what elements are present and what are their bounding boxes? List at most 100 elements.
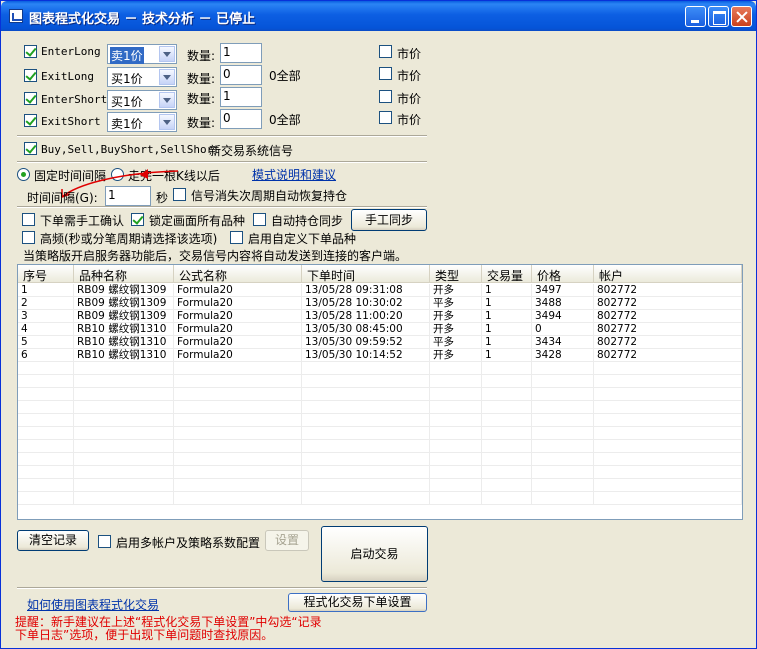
enterlong-market-checkbox[interactable] [379,45,392,58]
mode-help-link[interactable]: 模式说明和建议 [252,166,336,183]
cell-formula [174,388,302,401]
exitshort-price-select[interactable]: 卖1价 [107,112,177,132]
custom-symbol-label: 启用自定义下单品种 [248,232,357,246]
col-header-price[interactable]: 价格 [532,265,594,283]
cell-index: 2 [18,297,74,310]
exitshort-checkbox[interactable] [24,114,37,127]
enterlong-qty-input[interactable]: 1 [220,43,262,63]
cell-index [18,427,74,440]
cell-index: 1 [18,284,74,297]
interval-input[interactable]: 1 [105,186,151,206]
exitshort-market-checkbox[interactable] [379,111,392,124]
cell-price: 3434 [532,336,594,349]
lock-all-checkbox[interactable] [131,213,144,226]
exitlong-checkbox[interactable] [24,69,37,82]
cell-type [430,388,482,401]
exitlong-market-checkbox[interactable] [379,67,392,80]
auto-restore-checkbox[interactable] [173,188,186,201]
cell-type [430,440,482,453]
cell-price [532,401,594,414]
minimize-button[interactable] [685,6,706,27]
cell-volume [482,492,532,505]
new-signal-checkbox[interactable] [24,142,37,155]
multi-account-label: 启用多帐户及策略系数配置 [116,536,261,550]
exitlong-price-value: 买1价 [111,72,143,86]
auto-sync-label: 自动持仓同步 [271,214,344,228]
enterlong-qty-label: 数量: [187,49,216,63]
cell-account: 802772 [594,336,742,349]
cell-index: 3 [18,310,74,323]
enterlong-checkbox[interactable] [24,45,37,58]
cell-account [594,466,742,479]
col-header-account[interactable]: 帐户 [594,265,742,283]
custom-symbol-checkbox[interactable] [230,231,243,244]
col-header-volume[interactable]: 交易量 [482,265,532,283]
col-header-index[interactable]: 序号 [18,265,74,283]
exitshort-qty-input[interactable]: 0 [220,109,262,129]
cell-volume [482,453,532,466]
chevron-down-icon[interactable] [159,69,175,85]
entershort-qty-input[interactable]: 1 [220,87,262,107]
cell-volume [482,427,532,440]
start-trading-button[interactable]: 启动交易 [321,526,428,582]
entershort-price-select[interactable]: 买1价 [107,90,177,110]
cell-formula [174,375,302,388]
close-button[interactable] [731,6,752,27]
chevron-down-icon[interactable] [159,92,175,108]
trade-log-table[interactable]: 序号 品种名称 公式名称 下单时间 类型 交易量 价格 帐户 1 RB09 螺纹钢… [17,264,743,520]
exitlong-qty-input[interactable]: 0 [220,65,262,85]
cell-formula [174,427,302,440]
multi-account-checkbox[interactable] [98,535,111,548]
cell-index [18,401,74,414]
table-row[interactable]: 3 RB09 螺纹钢1309 Formula20 13/05/28 11:00:20 开… [18,310,742,323]
divider [17,135,427,137]
table-row[interactable]: 5 RB10 螺纹钢1310 Formula20 13/05/30 09:59:52 平… [18,336,742,349]
col-header-type[interactable]: 类型 [430,265,482,283]
entershort-market-checkbox[interactable] [379,90,392,103]
table-row[interactable]: 6 RB10 螺纹钢1310 Formula20 13/05/30 10:14:52 开… [18,349,742,362]
title-bar[interactable]: 图表程式化交易 － 技术分析 － 已停止 [1,1,756,31]
howto-link[interactable]: 如何使用图表程式化交易 [27,596,159,613]
order-settings-button[interactable]: 程式化交易下单设置 [288,593,427,612]
cell-account [594,479,742,492]
entershort-checkbox[interactable] [24,92,37,105]
cell-index [18,453,74,466]
cell-type: 开多 [430,284,482,297]
high-freq-checkbox[interactable] [22,231,35,244]
enterlong-price-select[interactable]: 卖1价 [107,44,177,64]
maximize-button[interactable] [708,6,729,27]
cell-volume [482,362,532,375]
cell-volume [482,414,532,427]
cell-index: 6 [18,349,74,362]
cell-formula: Formula20 [174,310,302,323]
manual-confirm-checkbox[interactable] [22,213,35,226]
clear-records-button[interactable]: 清空记录 [17,530,89,551]
cell-account: 802772 [594,310,742,323]
cell-symbol [74,466,174,479]
table-row[interactable]: 4 RB10 螺纹钢1310 Formula20 13/05/30 08:45:00 开… [18,323,742,336]
cell-time [302,375,430,388]
chevron-down-icon[interactable] [159,46,175,62]
app-chart-icon [9,9,23,23]
col-header-symbol[interactable]: 品种名称 [74,265,174,283]
divider [17,587,427,589]
manual-sync-button[interactable]: 手工同步 [351,209,427,231]
col-header-time[interactable]: 下单时间 [302,265,430,283]
settings-button[interactable]: 设置 [265,530,309,551]
table-row[interactable]: 2 RB09 螺纹钢1309 Formula20 13/05/28 10:30:02 平… [18,297,742,310]
server-note: 当策略版开启服务器功能后，交易信号内容将自动发送到连接的客户端。 [23,249,408,263]
chevron-down-icon[interactable] [159,114,175,130]
cell-price [532,466,594,479]
table-body: 1 RB09 螺纹钢1309 Formula20 13/05/28 09:31:08 开… [18,284,742,505]
table-empty-row [18,375,742,388]
table-empty-row [18,453,742,466]
auto-sync-checkbox[interactable] [253,213,266,226]
fixed-interval-radio[interactable] [17,168,30,181]
cell-index [18,479,74,492]
col-header-formula[interactable]: 公式名称 [174,265,302,283]
table-row[interactable]: 1 RB09 螺纹钢1309 Formula20 13/05/28 09:31:08 开… [18,284,742,297]
auto-restore-label: 信号消失次周期自动恢复持仓 [191,189,348,203]
cell-account: 802772 [594,323,742,336]
exitlong-price-select[interactable]: 买1价 [107,67,177,87]
cell-symbol: RB09 螺纹钢1309 [74,310,174,323]
